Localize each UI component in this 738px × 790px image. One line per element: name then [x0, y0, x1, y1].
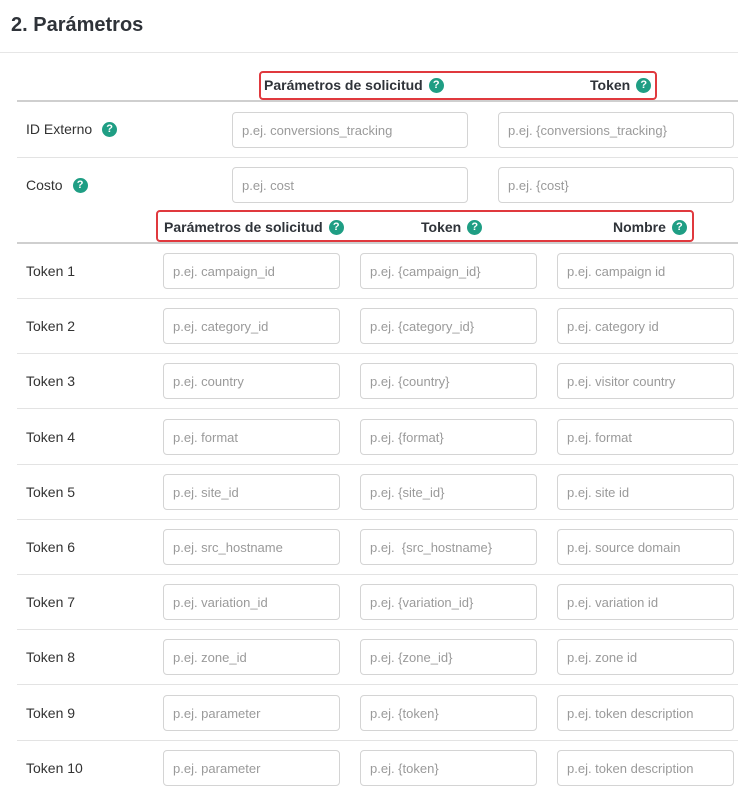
row-divider	[17, 464, 738, 465]
token-row-label: Token 4	[26, 429, 76, 445]
header-request-params: Parámetros de solicitud ?	[264, 77, 444, 93]
token-row-label: Token 1	[26, 263, 76, 279]
token-name-input[interactable]	[557, 529, 734, 565]
header-token: Token ?	[421, 219, 483, 235]
token-token-input[interactable]	[360, 253, 537, 289]
help-icon[interactable]: ?	[102, 121, 118, 137]
row-divider	[17, 408, 738, 409]
header-token-label: Token	[590, 77, 631, 93]
token-param-input[interactable]	[163, 474, 340, 510]
token-param-input[interactable]	[163, 750, 340, 786]
cost-param-input[interactable]	[232, 167, 468, 203]
token-param-input[interactable]	[163, 253, 340, 289]
help-icon[interactable]: ?	[428, 77, 444, 93]
header-divider	[17, 100, 738, 102]
token-name-input[interactable]	[557, 308, 734, 344]
token-row-label: Token 8	[26, 649, 76, 665]
token-token-input[interactable]	[360, 584, 537, 620]
token-token-input[interactable]	[360, 363, 537, 399]
token-name-input[interactable]	[557, 253, 734, 289]
row-divider	[17, 353, 738, 354]
header-token-label: Token	[421, 219, 462, 235]
external-id-token-input[interactable]	[498, 112, 734, 148]
row-divider	[17, 574, 738, 575]
cost-label: Costo	[26, 177, 63, 193]
header-name: Nombre ?	[613, 219, 687, 235]
cost-token-input[interactable]	[498, 167, 734, 203]
help-icon[interactable]: ?	[636, 77, 652, 93]
token-token-input[interactable]	[360, 695, 537, 731]
token-row-label: Token 3	[26, 373, 76, 389]
cost-row-label: Costo ?	[26, 177, 88, 193]
token-name-input[interactable]	[557, 695, 734, 731]
help-icon[interactable]: ?	[671, 219, 687, 235]
token-name-input[interactable]	[557, 639, 734, 675]
token-token-input[interactable]	[360, 308, 537, 344]
token-name-input[interactable]	[557, 750, 734, 786]
token-param-input[interactable]	[163, 584, 340, 620]
token-token-input[interactable]	[360, 419, 537, 455]
token-row-label: Token 6	[26, 539, 76, 555]
row-divider	[17, 740, 738, 741]
external-id-param-input[interactable]	[232, 112, 468, 148]
token-param-input[interactable]	[163, 529, 340, 565]
token-name-input[interactable]	[557, 419, 734, 455]
token-row-label: Token 7	[26, 594, 76, 610]
header-request-params: Parámetros de solicitud ?	[164, 219, 344, 235]
row-divider	[17, 519, 738, 520]
token-param-input[interactable]	[163, 363, 340, 399]
token-param-input[interactable]	[163, 419, 340, 455]
token-row-label: Token 9	[26, 705, 76, 721]
row-divider	[17, 684, 738, 685]
header-divider	[17, 242, 738, 244]
token-name-input[interactable]	[557, 363, 734, 399]
token-param-input[interactable]	[163, 639, 340, 675]
section-title: 2. Parámetros	[11, 14, 144, 36]
token-row-label: Token 10	[26, 760, 83, 776]
help-icon[interactable]: ?	[467, 219, 483, 235]
token-row-label: Token 5	[26, 484, 76, 500]
token-param-input[interactable]	[163, 308, 340, 344]
token-token-input[interactable]	[360, 750, 537, 786]
header-token: Token ?	[590, 77, 652, 93]
row-divider	[17, 157, 738, 158]
title-divider	[0, 52, 738, 53]
help-icon[interactable]: ?	[72, 177, 88, 193]
token-param-input[interactable]	[163, 695, 340, 731]
external-id-row-label: ID Externo ?	[26, 121, 118, 137]
token-token-input[interactable]	[360, 529, 537, 565]
token-token-input[interactable]	[360, 474, 537, 510]
help-icon[interactable]: ?	[328, 219, 344, 235]
token-name-input[interactable]	[557, 474, 734, 510]
header-request-params-label: Parámetros de solicitud	[164, 219, 323, 235]
row-divider	[17, 629, 738, 630]
external-id-label: ID Externo	[26, 121, 93, 137]
row-divider	[17, 298, 738, 299]
header-name-label: Nombre	[613, 219, 666, 235]
token-name-input[interactable]	[557, 584, 734, 620]
token-token-input[interactable]	[360, 639, 537, 675]
token-row-label: Token 2	[26, 318, 76, 334]
header-request-params-label: Parámetros de solicitud	[264, 77, 423, 93]
